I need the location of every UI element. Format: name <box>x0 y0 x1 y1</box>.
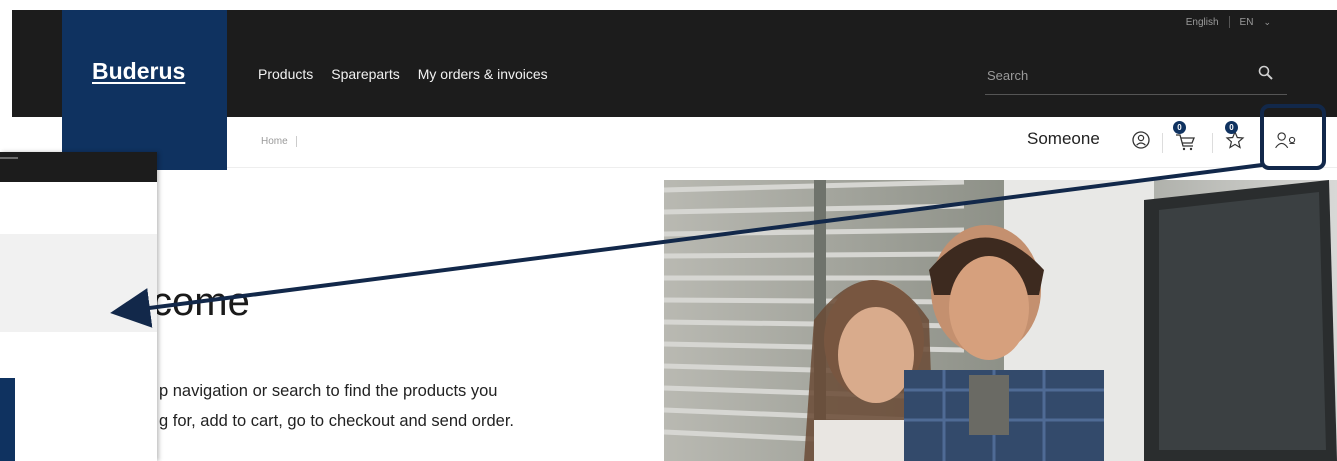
breadcrumb-divider <box>295 136 297 147</box>
account-icon[interactable] <box>1128 127 1154 153</box>
favorites-count-badge: 0 <box>1225 121 1238 134</box>
hero-photo <box>664 180 1337 461</box>
search-bar <box>985 58 1287 95</box>
language-code[interactable]: EN <box>1240 17 1254 28</box>
breadcrumb: Home <box>261 136 297 147</box>
description-line-2: g for, add to cart, go to checkout and s… <box>159 412 514 430</box>
brand-panel: Buderus <box>62 10 227 170</box>
search-icon[interactable] <box>1257 64 1275 82</box>
welcome-heading: come <box>152 280 250 324</box>
header-divider <box>1162 133 1163 153</box>
header-divider <box>1212 133 1213 153</box>
nav-products[interactable]: Products <box>258 66 313 82</box>
main-navigation: Products Spareparts My orders & invoices <box>258 66 548 82</box>
sub-header: Home Someone 0 0 <box>227 117 1337 168</box>
nav-orders-invoices[interactable]: My orders & invoices <box>418 66 548 82</box>
user-name: Someone <box>1027 129 1100 148</box>
panel-header-line <box>0 157 18 159</box>
chevron-down-icon[interactable]: ⌄ <box>1263 17 1271 28</box>
zoomed-menu-panel <box>0 152 157 461</box>
panel-gray-section <box>0 234 157 332</box>
language-label[interactable]: English <box>1186 17 1219 28</box>
cart-count-badge: 0 <box>1173 121 1186 134</box>
hero-image <box>664 180 1337 461</box>
language-selector[interactable]: English EN ⌄ <box>1186 16 1271 28</box>
breadcrumb-home[interactable]: Home <box>261 136 288 147</box>
panel-button[interactable] <box>0 378 15 461</box>
language-divider <box>1228 16 1230 28</box>
welcome-description: p navigation or search to find the produ… <box>159 376 629 436</box>
description-line-1: p navigation or search to find the produ… <box>159 382 498 400</box>
nav-spareparts[interactable]: Spareparts <box>331 66 399 82</box>
search-input[interactable] <box>985 64 1229 86</box>
highlight-frame <box>1260 104 1326 170</box>
brand-logo[interactable]: Buderus <box>92 58 185 85</box>
panel-header <box>0 152 157 182</box>
